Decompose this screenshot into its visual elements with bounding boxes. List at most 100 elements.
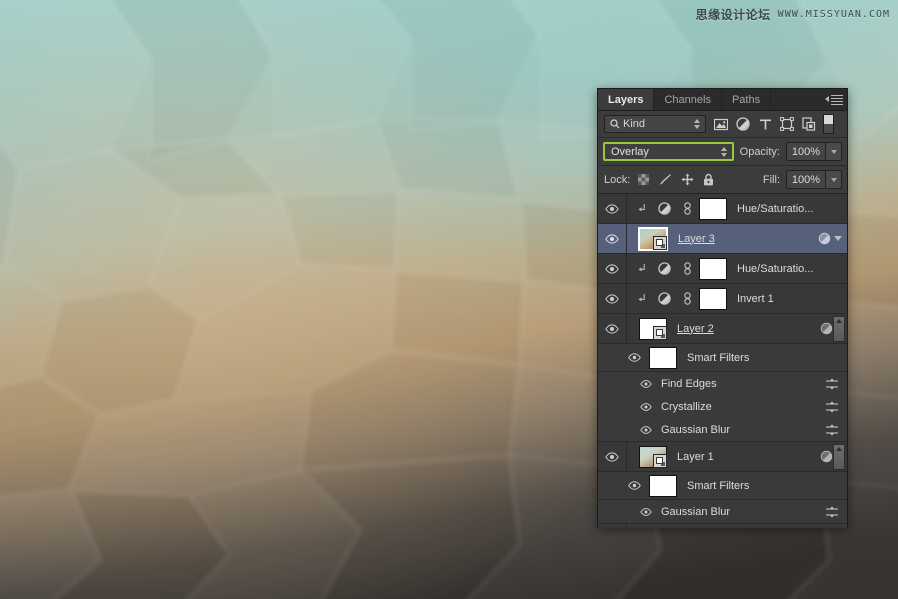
clipping-mask-icon[interactable] [630,263,653,274]
layer-row-background[interactable]: Background [598,524,847,528]
link-mask-icon[interactable] [676,262,699,275]
visibility-toggle[interactable] [636,395,656,418]
layer-list-scroll-up-button[interactable] [833,443,845,470]
filter-name[interactable]: Gaussian Blur [656,506,817,518]
lock-icon-group [638,173,714,186]
type-layer-filter-icon[interactable] [754,113,776,135]
layer-row-layer-1[interactable]: Layer 1 [598,442,847,472]
visibility-toggle[interactable] [636,372,656,395]
visibility-toggle[interactable] [636,418,656,441]
smart-filter-row-find-edges[interactable]: Find Edges [598,372,847,395]
filter-blending-options-icon[interactable] [817,423,847,436]
layer-row-hue-saturation-top[interactable]: Hue/Saturatio... [598,194,847,224]
visibility-toggle[interactable] [598,442,627,471]
layer-thumbnail[interactable] [639,317,667,340]
layer-row-invert-1[interactable]: Invert 1 [598,284,847,314]
filter-kind-stepper[interactable] [694,119,700,129]
smart-filter-row-crystallize[interactable]: Crystallize [598,395,847,418]
layer-name[interactable]: Layer 1 [667,451,820,463]
link-mask-icon[interactable] [676,292,699,305]
lock-image-pixels-icon[interactable] [658,173,672,186]
opacity-dropdown-button[interactable] [826,142,842,161]
shape-layer-filter-icon[interactable] [776,113,798,135]
filter-blending-options-icon[interactable] [817,400,847,413]
visibility-toggle[interactable] [598,194,627,223]
visibility-toggle[interactable] [598,254,627,283]
pixel-layer-filter-icon[interactable] [710,113,732,135]
layer-thumbnail[interactable] [639,527,667,528]
blend-mode-stepper[interactable] [720,146,727,157]
visibility-toggle[interactable] [636,500,656,523]
smart-filters-header-row-layer-2[interactable]: Smart Filters [598,344,847,372]
tab-paths[interactable]: Paths [721,89,772,110]
adjustment-layer-filter-icon[interactable] [732,113,754,135]
layer-row-hue-saturation-second[interactable]: Hue/Saturatio... [598,254,847,284]
tab-layers[interactable]: Layers [598,89,655,110]
layer-list[interactable]: Hue/Saturatio... Layer 3 Hue/Saturatio..… [598,194,847,528]
clipping-mask-icon[interactable] [630,203,653,214]
smart-filter-row-gaussian-blur-b[interactable]: Gaussian Blur [598,500,847,524]
layer-mask-thumbnail[interactable] [699,197,727,220]
layer-thumbnail[interactable] [639,445,667,468]
link-mask-icon[interactable] [676,202,699,215]
watermark-cn-text: 思缘设计论坛 [695,8,771,22]
eye-icon [640,507,652,516]
layer-name[interactable]: Layer 3 [668,233,818,245]
smart-filters-header-row-layer-1[interactable]: Smart Filters [598,472,847,500]
visibility-toggle[interactable] [598,284,627,313]
lock-position-icon[interactable] [681,173,694,186]
expand-collapse-triangle-icon[interactable] [831,236,845,241]
opacity-value[interactable]: 100% [786,142,826,161]
filter-name[interactable]: Gaussian Blur [656,424,817,436]
smart-filter-mask-thumbnail[interactable] [649,474,677,497]
filter-kind-label: Kind [623,118,646,130]
tab-channels-label: Channels [664,93,711,106]
panel-menu-button[interactable] [824,89,847,110]
filter-kind-select[interactable]: Kind [604,115,706,133]
filter-blending-options-icon[interactable] [817,377,847,390]
lock-transparency-icon[interactable] [638,174,650,185]
eye-icon [628,481,641,490]
watermark-url-text: WWW.MISSYUAN.COM [777,9,890,20]
layer-fx-indicator-icon[interactable] [818,232,831,245]
fill-value[interactable]: 100% [786,170,826,189]
adjustment-layer-icon[interactable] [653,292,676,305]
fill-control[interactable]: 100% [786,170,842,189]
smart-filters-label: Smart Filters [687,479,750,492]
visibility-toggle[interactable] [598,224,627,253]
layer-name[interactable]: Layer 2 [667,323,820,335]
layer-list-scroll-up-button[interactable] [833,315,845,342]
opacity-control[interactable]: 100% [786,142,842,161]
lock-all-icon[interactable] [703,173,714,186]
adjustment-layer-icon[interactable] [653,202,676,215]
visibility-toggle[interactable] [598,314,627,343]
layer-thumbnail[interactable] [638,226,668,251]
layer-row-layer-2[interactable]: Layer 2 [598,314,847,344]
filter-blending-options-icon[interactable] [817,505,847,518]
visibility-toggle[interactable] [620,472,649,499]
blend-mode-select[interactable]: Overlay [603,142,734,161]
layer-name[interactable]: Hue/Saturatio... [727,203,847,215]
smart-object-badge-icon [653,453,667,468]
visibility-toggle[interactable] [620,344,649,371]
layer-row-layer-3[interactable]: Layer 3 [598,224,847,254]
adjustment-layer-icon[interactable] [653,262,676,275]
layer-name[interactable]: Invert 1 [727,293,847,305]
fill-dropdown-button[interactable] [826,170,842,189]
layer-name[interactable]: Hue/Saturatio... [727,263,847,275]
smart-filter-row-gaussian-blur-a[interactable]: Gaussian Blur [598,418,847,442]
tab-channels[interactable]: Channels [654,89,722,110]
layer-fx-indicator-icon[interactable] [820,322,833,335]
smart-object-filter-icon[interactable] [798,113,820,135]
layer-mask-thumbnail[interactable] [699,257,727,280]
layer-mask-thumbnail[interactable] [699,287,727,310]
clipping-mask-icon[interactable] [630,293,653,304]
filter-enable-toggle[interactable] [823,114,834,134]
smart-filter-mask-thumbnail[interactable] [649,346,677,369]
layers-panel: Layers Channels Paths Kind Overlay Opaci… [597,88,848,528]
lock-row: Lock: Fill: 100% [598,166,847,194]
filter-name[interactable]: Crystallize [656,401,817,413]
filter-name[interactable]: Find Edges [656,378,817,390]
visibility-toggle[interactable] [598,524,627,528]
layer-fx-indicator-icon[interactable] [820,450,833,463]
